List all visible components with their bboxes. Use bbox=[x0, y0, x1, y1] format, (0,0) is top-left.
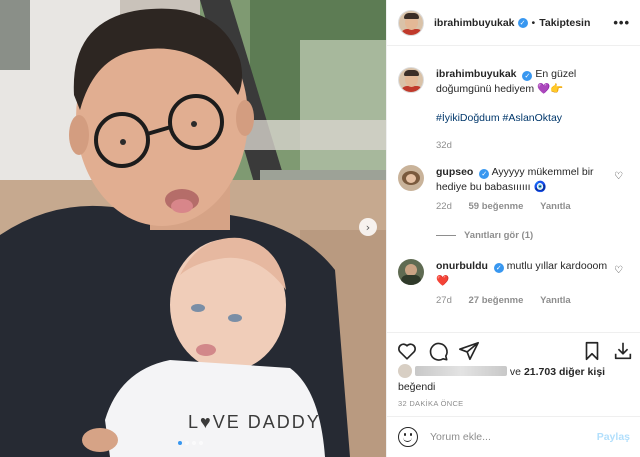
carousel-next-button[interactable]: › bbox=[359, 218, 377, 236]
more-options-icon[interactable]: ••• bbox=[613, 15, 630, 30]
save-bookmark-icon[interactable] bbox=[581, 340, 603, 362]
post-photo[interactable]: L♥VE DADDY › bbox=[0, 0, 386, 457]
verified-badge-icon: ✓ bbox=[493, 263, 504, 273]
carousel-dot bbox=[178, 441, 182, 445]
comment-username[interactable]: onurbuldu bbox=[436, 260, 488, 272]
comment-likes[interactable]: 27 beğenme bbox=[469, 295, 524, 306]
post-comment-button[interactable]: Paylaş bbox=[597, 431, 630, 443]
likes-prefix: ve bbox=[509, 366, 522, 378]
like-heart-icon[interactable] bbox=[396, 340, 418, 362]
comment-item: onurbuldu ✓ mutlu yıllar kardooom ❤️ 27d… bbox=[398, 259, 634, 308]
comment-bubble-icon[interactable] bbox=[427, 340, 449, 362]
caption-emojis: 💜👉 bbox=[537, 83, 564, 95]
caption-row: ibrahimbuyukak ✓ En güzel doğumgünü hedi… bbox=[398, 67, 634, 153]
comment-input[interactable] bbox=[430, 431, 590, 443]
add-comment-bar: Paylaş bbox=[387, 416, 640, 457]
comment-emoji: 🧿 bbox=[533, 181, 547, 193]
chevron-right-icon: › bbox=[365, 220, 371, 234]
download-icon[interactable] bbox=[612, 340, 634, 362]
carousel-dot bbox=[192, 441, 196, 445]
reply-button[interactable]: Yanıtla bbox=[540, 295, 571, 306]
comment-username[interactable]: gupseo bbox=[436, 166, 473, 178]
view-replies-button[interactable]: Yanıtları gör (1) bbox=[436, 230, 533, 241]
carousel-dot bbox=[199, 441, 203, 445]
verified-badge-icon: ✓ bbox=[479, 169, 490, 179]
comments-list: ibrahimbuyukak ✓ En güzel doğumgünü hedi… bbox=[387, 47, 640, 332]
post-timestamp[interactable]: 32 DAKİKA ÖNCE bbox=[398, 399, 463, 408]
likes-summary[interactable]: ve 21.703 diğer kişi beğendi bbox=[398, 364, 634, 395]
following-button[interactable]: Takiptesin bbox=[539, 17, 590, 29]
caption-hashtags[interactable]: #İyikiDoğdum #AslanOktay bbox=[436, 112, 562, 124]
like-comment-heart-icon[interactable]: ♡ bbox=[614, 171, 623, 182]
carousel-indicator bbox=[178, 441, 203, 445]
author-avatar[interactable] bbox=[398, 9, 424, 36]
replies-line bbox=[436, 235, 456, 236]
view-replies-label: Yanıtları gör (1) bbox=[464, 230, 534, 241]
author-username[interactable]: ibrahimbuyukak bbox=[434, 17, 515, 29]
instagram-post-view: L♥VE DADDY › ibrahimbuyukak ✓ • Takiptes… bbox=[0, 0, 640, 457]
verified-badge-icon: ✓ bbox=[517, 17, 528, 28]
comment-age[interactable]: 22d bbox=[436, 201, 452, 212]
comment-item: gupseo ✓ Ayyyyy mükemmel bir hediye bu b… bbox=[398, 165, 634, 214]
carousel-dot bbox=[185, 441, 189, 445]
comment-text: mutlu yıllar kardooom bbox=[506, 260, 608, 272]
share-paper-plane-icon[interactable] bbox=[458, 340, 480, 362]
commenter-avatar[interactable] bbox=[398, 165, 424, 191]
comment-emoji: ❤️ bbox=[436, 275, 450, 287]
shirt-print-text: L♥VE DADDY bbox=[188, 412, 321, 432]
commenter-avatar[interactable] bbox=[398, 259, 424, 285]
caption-age[interactable]: 32d bbox=[436, 140, 452, 151]
post-header: ibrahimbuyukak ✓ • Takiptesin ••• bbox=[387, 0, 640, 46]
like-comment-heart-icon[interactable]: ♡ bbox=[614, 265, 623, 276]
header-separator: • bbox=[531, 16, 536, 29]
likes-count[interactable]: 21.703 diğer kişi bbox=[524, 366, 605, 378]
liker-avatar bbox=[398, 364, 412, 378]
post-side-panel: ibrahimbuyukak ✓ • Takiptesin ••• ibrahi… bbox=[386, 0, 640, 457]
likes-suffix: beğendi bbox=[398, 381, 436, 393]
emoji-picker-icon[interactable] bbox=[398, 427, 418, 447]
verified-badge-icon: ✓ bbox=[522, 71, 533, 81]
caption-username[interactable]: ibrahimbuyukak bbox=[436, 68, 517, 80]
author-avatar[interactable] bbox=[398, 67, 424, 93]
comment-age[interactable]: 27d bbox=[436, 295, 452, 306]
liker-name-blurred bbox=[415, 366, 507, 376]
comment-likes[interactable]: 59 beğenme bbox=[469, 201, 524, 212]
photo-illustration: L♥VE DADDY bbox=[0, 0, 386, 457]
reply-button[interactable]: Yanıtla bbox=[540, 201, 571, 212]
